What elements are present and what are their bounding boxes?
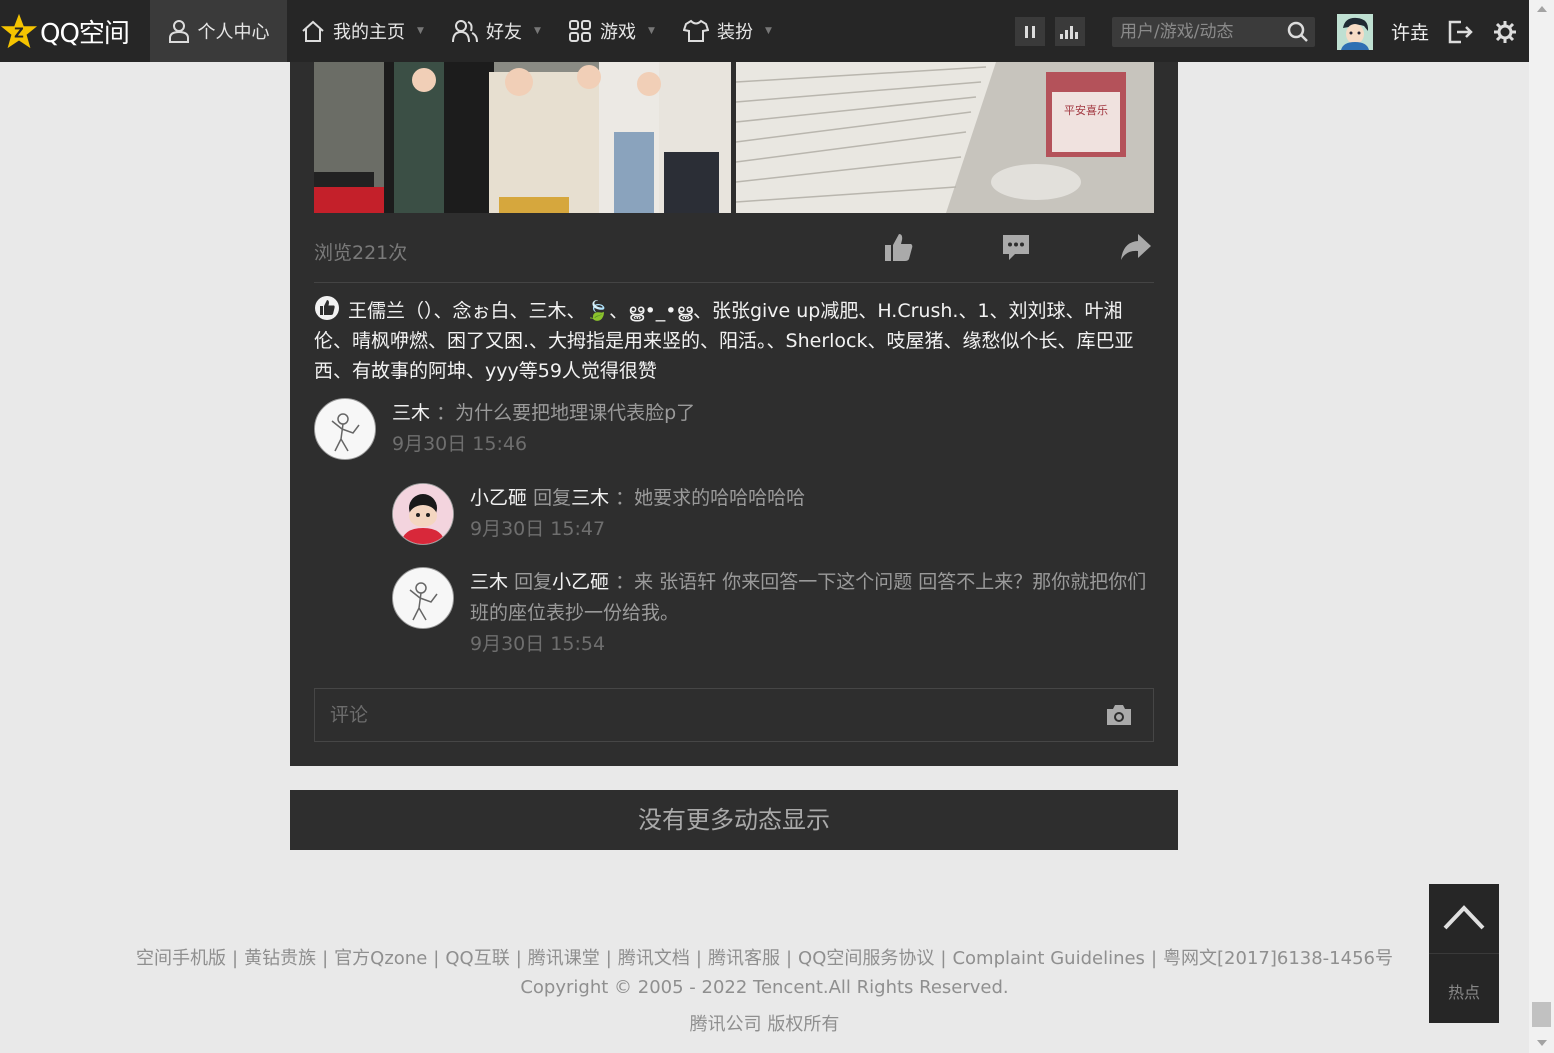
share-arrow-icon[interactable] — [1120, 232, 1152, 262]
stats-icon — [1060, 25, 1078, 39]
stats-button[interactable] — [1055, 17, 1085, 46]
comment-item: 三木 ：为什么要把地理课代表脸p了 9月30日 15:46 — [314, 398, 1154, 464]
chevron-up-icon — [1443, 905, 1485, 930]
nav-label: 好友 — [486, 22, 522, 43]
comment-input-box[interactable] — [314, 688, 1154, 742]
footer-link[interactable]: 空间手机版 — [136, 948, 226, 969]
comment-time: 9月30日 15:46 — [392, 433, 528, 455]
scroll-up-arrow-icon[interactable] — [1537, 6, 1547, 12]
hot-topics-button[interactable]: 热点 — [1429, 979, 1499, 1003]
books-photo-image: 平安喜乐 — [736, 62, 1154, 213]
footer-link[interactable]: QQ互联 — [445, 948, 509, 969]
comment-text: ：为什么要把地理课代表脸p了 — [436, 402, 696, 424]
friends-icon — [452, 20, 478, 43]
side-widget: 热点 — [1429, 884, 1499, 1023]
commenter-avatar[interactable] — [392, 483, 454, 545]
logo-text: QQ空间 — [40, 18, 130, 49]
feed-post-card: 平安喜乐 浏览221次 王儒兰（）、念ぉ白、三木、🍃、ൠ•_•ൠ、张张give … — [290, 62, 1178, 766]
reply-item: 三木 回复小乙砸 ：来 张语轩 你来回答一下这个问题 回答不上来？那你就把你们班… — [392, 567, 1154, 667]
scroll-down-arrow-icon[interactable] — [1537, 1040, 1547, 1046]
reply-to-name[interactable]: 小乙砸 — [552, 571, 609, 593]
sketch-avatar-image — [409, 582, 438, 621]
logout-icon[interactable] — [1447, 20, 1473, 44]
shirt-icon — [683, 19, 709, 42]
footer-link[interactable]: 黄钻贵族 — [244, 948, 316, 969]
chevron-down-icon: ▼ — [765, 26, 772, 36]
cartoon-avatar-image — [393, 484, 453, 544]
footer-link[interactable]: 粤网文[2017]6138-1456号 — [1163, 948, 1393, 969]
qzone-logo[interactable]: Z QQ空间 — [0, 8, 130, 54]
footer-copyright: Copyright © 2005 - 2022 Tencent.All Righ… — [520, 977, 1009, 998]
username[interactable]: 许垚 — [1391, 18, 1429, 45]
footer-link[interactable]: 腾讯客服 — [708, 948, 780, 969]
post-photo-books[interactable]: 平安喜乐 — [736, 62, 1154, 213]
top-navigation-bar: Z QQ空间 个人中心 我的主页 ▼ 好友 ▼ 游戏 ▼ 装扮 ▼ 用户/游戏/… — [0, 0, 1529, 62]
chevron-down-icon: ▼ — [417, 26, 424, 36]
search-icon[interactable] — [1287, 21, 1309, 43]
nav-friends[interactable]: 好友 ▼ — [452, 0, 541, 62]
nav-my-homepage[interactable]: 我的主页 ▼ — [301, 0, 424, 62]
footer-link[interactable]: 腾讯文档 — [618, 948, 690, 969]
nav-label: 装扮 — [717, 22, 753, 43]
comment-input[interactable] — [315, 689, 1090, 741]
user-avatar[interactable] — [1337, 14, 1373, 50]
person-icon — [168, 20, 189, 43]
back-to-top-button[interactable] — [1429, 884, 1499, 954]
reply-to-name[interactable]: 三木 — [571, 487, 609, 509]
svg-text:平安喜乐: 平安喜乐 — [1064, 103, 1108, 117]
nav-label: 游戏 — [600, 22, 636, 43]
footer-link[interactable]: 官方Qzone — [334, 948, 427, 969]
reply-word: 回复 — [533, 487, 572, 509]
commenter-name[interactable]: 三木 — [470, 571, 508, 593]
pause-button[interactable] — [1015, 17, 1045, 46]
reply-item: 小乙砸 回复三木 ：她要求的哈哈哈哈哈 9月30日 15:47 — [392, 483, 1154, 549]
svg-text:Z: Z — [14, 27, 24, 42]
group-photo-image — [314, 62, 731, 213]
footer-link[interactable]: 腾讯课堂 — [528, 948, 600, 969]
commenter-name[interactable]: 三木 — [392, 402, 430, 424]
comment-time: 9月30日 15:47 — [470, 518, 606, 540]
nav-label: 个人中心 — [197, 22, 270, 43]
post-stats-bar: 浏览221次 — [314, 232, 1154, 283]
comment-text: ：她要求的哈哈哈哈哈 — [615, 487, 806, 509]
post-photo-group[interactable] — [314, 62, 731, 213]
likes-names: 王儒兰（）、念ぉ白、三木、🍃、ൠ•_•ൠ、张张give up减肥、H.Crush… — [314, 300, 1134, 382]
grid-icon — [569, 20, 591, 42]
commenter-avatar[interactable] — [314, 398, 376, 460]
comment-time: 9月30日 15:54 — [470, 633, 606, 655]
nav-label: 我的主页 — [333, 22, 405, 43]
footer-links: 空间手机版 | 黄钻贵族 | 官方Qzone | QQ互联 | 腾讯课堂 | 腾讯文档 | 腾讯客服 | Q… — [136, 948, 1393, 969]
home-icon — [302, 20, 324, 42]
like-thumb-icon[interactable] — [884, 232, 914, 262]
nav-games[interactable]: 游戏 ▼ — [568, 0, 655, 62]
chevron-down-icon: ▼ — [648, 26, 655, 36]
reply-word: 回复 — [514, 571, 553, 593]
footer-company: 腾讯公司 版权所有 — [689, 1014, 840, 1035]
commenter-avatar[interactable] — [392, 567, 454, 629]
likes-list: 王儒兰（）、念ぉ白、三木、🍃、ൠ•_•ൠ、张张give up减肥、H.Crush… — [314, 295, 1154, 386]
sketch-avatar-image — [331, 413, 360, 452]
gear-icon[interactable] — [1493, 20, 1517, 44]
avatar-image — [1337, 14, 1373, 50]
like-circle-icon — [315, 296, 339, 320]
commenter-name[interactable]: 小乙砸 — [470, 487, 527, 509]
comment-bubble-icon[interactable] — [1001, 232, 1031, 262]
view-count: 浏览221次 — [314, 242, 408, 264]
page-scrollbar[interactable] — [1529, 0, 1554, 1053]
footer-link[interactable]: Complaint Guidelines — [952, 948, 1144, 969]
nav-personal-center[interactable]: 个人中心 — [150, 0, 287, 62]
qzone-star-icon: Z — [0, 13, 38, 49]
no-more-feeds-banner: 没有更多动态显示 — [290, 790, 1178, 850]
scroll-thumb[interactable] — [1532, 1002, 1551, 1027]
camera-icon[interactable] — [1105, 703, 1133, 727]
footer-link[interactable]: QQ空间服务协议 — [798, 948, 934, 969]
nav-dressup[interactable]: 装扮 ▼ — [683, 0, 772, 62]
pause-icon — [1025, 25, 1035, 38]
search-box[interactable] — [1112, 17, 1315, 47]
search-input[interactable] — [1112, 17, 1285, 47]
chevron-down-icon: ▼ — [534, 26, 541, 36]
